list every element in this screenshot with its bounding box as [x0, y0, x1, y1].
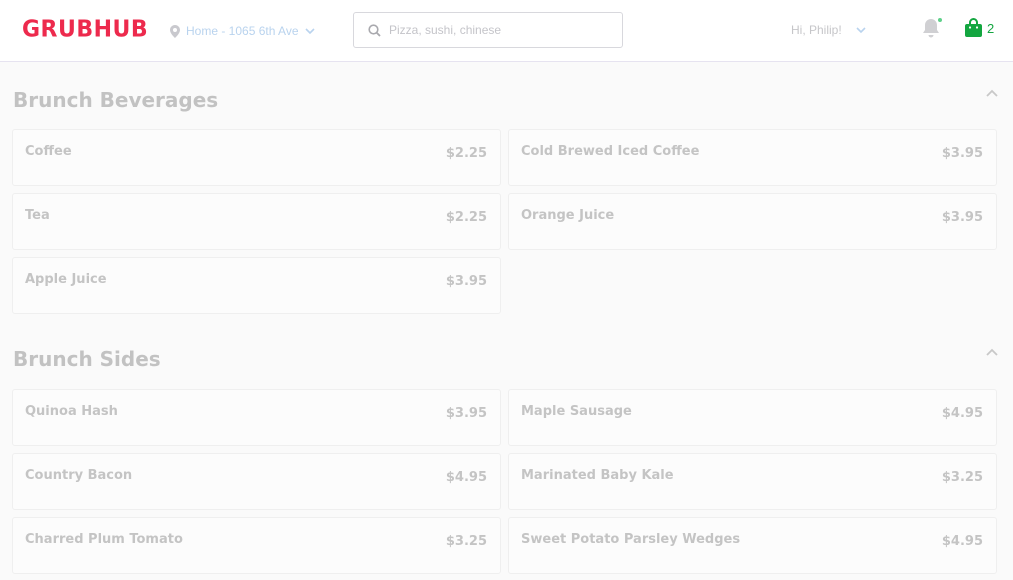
- grubhub-logo[interactable]: GRUBHUB: [22, 16, 148, 42]
- delivery-location-selector[interactable]: Home - 1065 6th Ave: [170, 24, 315, 38]
- menu-item-price: $3.95: [445, 406, 487, 421]
- menu-item-price: $3.95: [941, 210, 983, 225]
- section-title: Brunch Beverages: [13, 88, 219, 112]
- menu-item-price: $3.95: [941, 146, 983, 161]
- menu-item[interactable]: Apple Juice $3.95: [12, 257, 501, 314]
- menu-item[interactable]: Maple Sausage $4.95: [508, 389, 997, 446]
- menu-item-price: $2.25: [445, 146, 487, 161]
- notifications-button[interactable]: [921, 17, 943, 41]
- menu-item[interactable]: Cold Brewed Iced Coffee $3.95: [508, 129, 997, 186]
- menu-item-name: Quinoa Hash: [25, 404, 118, 419]
- cart-count: 2: [987, 20, 995, 36]
- notification-dot: [937, 17, 943, 23]
- menu-item[interactable]: Tea $2.25: [12, 193, 501, 250]
- menu-item[interactable]: Sweet Potato Parsley Wedges $4.95: [508, 517, 997, 574]
- menu-item[interactable]: Country Bacon $4.95: [12, 453, 501, 510]
- menu-item-name: Maple Sausage: [521, 404, 632, 419]
- shopping-bag-icon: [965, 18, 982, 37]
- top-nav: GRUBHUB Home - 1065 6th Ave Hi, Philip!: [0, 0, 1013, 62]
- menu-item-name: Sweet Potato Parsley Wedges: [521, 532, 741, 547]
- chevron-down-icon: [304, 27, 315, 34]
- menu-item[interactable]: Quinoa Hash $3.95: [12, 389, 501, 446]
- account-menu[interactable]: Hi, Philip!: [791, 23, 866, 37]
- section-title: Brunch Sides: [13, 347, 161, 371]
- menu-item-name: Orange Juice: [521, 208, 615, 223]
- menu-item-name: Cold Brewed Iced Coffee: [521, 144, 700, 159]
- chevron-up-icon[interactable]: [985, 347, 999, 357]
- location-label: Home - 1065 6th Ave: [186, 24, 299, 38]
- map-pin-icon: [170, 24, 180, 38]
- cart-button[interactable]: 2: [964, 18, 994, 38]
- menu-item-price: $3.95: [445, 274, 487, 289]
- menu-item[interactable]: Coffee $2.25: [12, 129, 501, 186]
- greeting-text: Hi, Philip!: [791, 23, 842, 37]
- menu-item-name: Coffee: [25, 144, 72, 159]
- chevron-up-icon[interactable]: [985, 88, 999, 98]
- search-icon: [368, 23, 381, 37]
- search-box: [353, 12, 623, 48]
- menu-item[interactable]: Orange Juice $3.95: [508, 193, 997, 250]
- menu-item-name: Apple Juice: [25, 272, 107, 287]
- chevron-down-icon: [856, 26, 866, 33]
- menu-item-price: $3.25: [941, 470, 983, 485]
- menu-item-price: $2.25: [445, 210, 487, 225]
- menu-item-price: $4.95: [941, 406, 983, 421]
- menu-item-name: Tea: [25, 208, 50, 223]
- menu-item-price: $3.25: [445, 534, 487, 549]
- menu-item-name: Charred Plum Tomato: [25, 532, 183, 547]
- search-input[interactable]: [389, 23, 609, 37]
- menu-item-name: Marinated Baby Kale: [521, 468, 674, 483]
- menu-item[interactable]: Charred Plum Tomato $3.25: [12, 517, 501, 574]
- menu-item[interactable]: Marinated Baby Kale $3.25: [508, 453, 997, 510]
- menu-item-name: Country Bacon: [25, 468, 133, 483]
- menu-item-price: $4.95: [941, 534, 983, 549]
- menu-item-price: $4.95: [445, 470, 487, 485]
